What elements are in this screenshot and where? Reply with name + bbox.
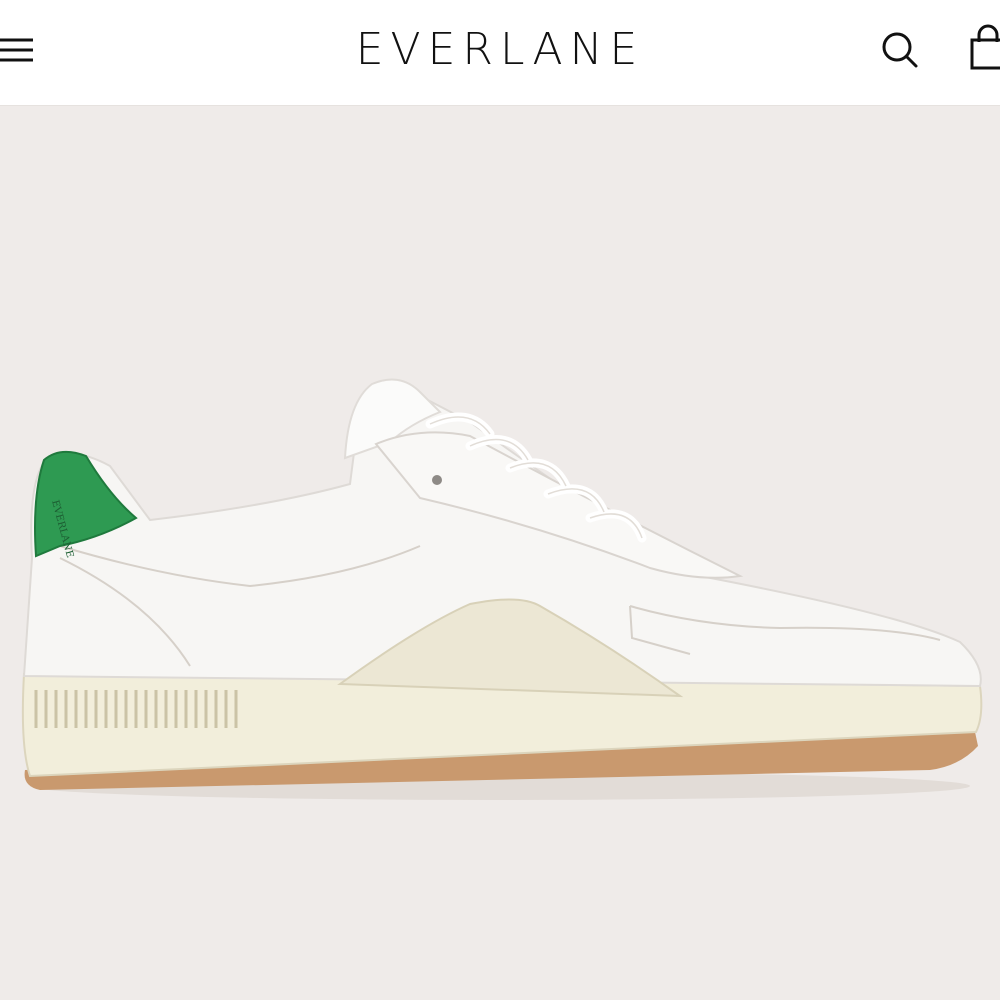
search-icon <box>882 32 918 68</box>
shopping-bag-button[interactable] <box>966 24 1000 74</box>
search-button[interactable] <box>878 28 922 72</box>
sneaker-product-image[interactable]: EVERLANE <box>0 106 1000 1000</box>
top-navigation-bar: EVERLANE <box>0 0 1000 106</box>
brand-logo[interactable]: EVERLANE <box>0 22 1000 78</box>
shopping-bag-icon <box>970 24 1000 70</box>
product-hero: EVERLANE <box>0 106 1000 1000</box>
